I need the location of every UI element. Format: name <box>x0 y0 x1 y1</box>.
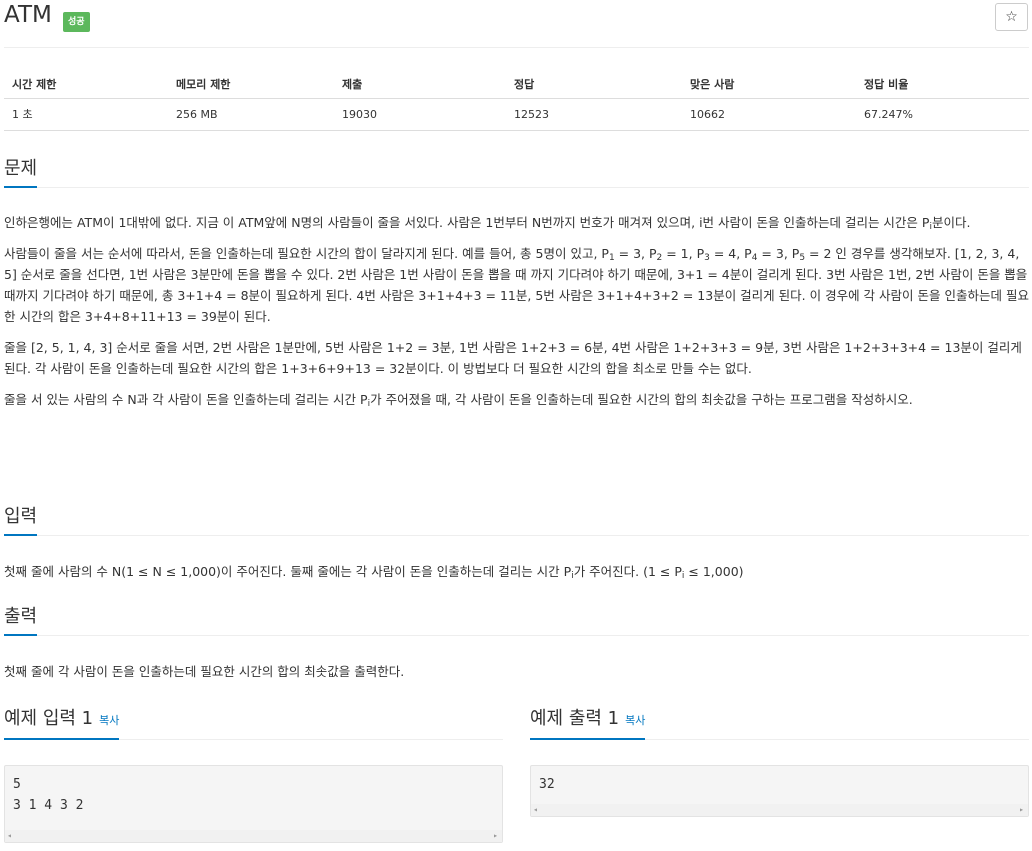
submissions-value: 19030 <box>334 98 506 131</box>
scroll-left-icon[interactable]: ◂ <box>533 806 538 814</box>
output-section: 출력 첫째 줄에 각 사람이 돈을 인출하는데 필요한 시간의 합의 최솟값을 … <box>4 604 1029 682</box>
sample-input-line: 3 1 4 3 2 <box>13 798 84 813</box>
description-paragraph-2: 사람들이 줄을 서는 순서에 따라서, 돈을 인출하는데 필요한 시간의 합이 … <box>4 246 1029 324</box>
header-accepted: 정답 <box>506 70 682 99</box>
problem-page: ATM 성공 ☆ 시간 제한 메모리 제한 제출 정답 맞은 사람 정답 비율 … <box>0 0 1032 851</box>
status-badge: 성공 <box>63 12 90 32</box>
sample-output-panel: 예제 출력 1 복사 32 ◂ ▸ <box>530 708 1029 818</box>
scroll-right-icon[interactable]: ▸ <box>1019 806 1024 814</box>
sample-input-box[interactable]: 5 3 1 4 3 2 ◂ ▸ <box>4 765 503 843</box>
input-description: 첫째 줄에 사람의 수 N(1 ≤ N ≤ 1,000)이 주어진다. 둘째 줄… <box>4 564 744 581</box>
input-section: 입력 첫째 줄에 사람의 수 N(1 ≤ N ≤ 1,000)이 주어진다. 둘… <box>4 504 1029 582</box>
memory-limit-value: 256 MB <box>168 98 334 131</box>
table-row: 1 초 256 MB 19030 12523 10662 67.247% <box>4 98 1029 131</box>
description-paragraph-4: 줄을 서 있는 사람의 수 N과 각 사람이 돈을 인출하는데 걸리는 시간 P… <box>4 392 913 409</box>
sample-output-title: 예제 출력 1 복사 <box>530 706 646 740</box>
title-row: ATM 성공 ☆ <box>4 0 1029 48</box>
input-section-title: 입력 <box>4 504 38 536</box>
output-section-title: 출력 <box>4 604 38 636</box>
problem-section-title: 문제 <box>4 156 38 188</box>
header-time-limit: 시간 제한 <box>4 70 168 99</box>
table-header-row: 시간 제한 메모리 제한 제출 정답 맞은 사람 정답 비율 <box>4 70 1029 99</box>
header-submissions: 제출 <box>334 70 506 99</box>
problem-title: ATM <box>4 2 52 28</box>
star-button[interactable]: ☆ <box>995 3 1028 31</box>
horizontal-scrollbar[interactable]: ◂ ▸ <box>531 804 1028 816</box>
copy-sample-output-button[interactable]: 복사 <box>625 714 645 727</box>
output-description: 첫째 줄에 각 사람이 돈을 인출하는데 필요한 시간의 합의 최솟값을 출력한… <box>4 664 405 679</box>
sample-input-header: 예제 입력 1 복사 <box>4 708 503 740</box>
sample-output-header: 예제 출력 1 복사 <box>530 708 1029 740</box>
sample-output-box[interactable]: 32 ◂ ▸ <box>530 765 1029 817</box>
ratio-value: 67.247% <box>856 98 1029 131</box>
description-paragraph-3: 줄을 [2, 5, 1, 4, 3] 순서로 줄을 서면, 2번 사람은 1분만… <box>4 340 1022 376</box>
problem-section: 문제 인하은행에는 ATM이 1대밖에 없다. 지금 이 ATM앞에 N명의 사… <box>4 156 1029 410</box>
header-solvers: 맞은 사람 <box>682 70 856 99</box>
horizontal-scrollbar[interactable]: ◂ ▸ <box>5 830 502 842</box>
problem-info-table: 시간 제한 메모리 제한 제출 정답 맞은 사람 정답 비율 1 초 256 M… <box>4 70 1029 131</box>
problem-section-header: 문제 <box>4 156 1029 188</box>
header-ratio: 정답 비율 <box>856 70 1029 99</box>
sample-output-line: 32 <box>539 777 555 792</box>
input-section-header: 입력 <box>4 504 1029 536</box>
output-section-header: 출력 <box>4 604 1029 636</box>
star-icon: ☆ <box>1005 9 1018 25</box>
accepted-value: 12523 <box>506 98 682 131</box>
sample-input-panel: 예제 입력 1 복사 5 3 1 4 3 2 ◂ ▸ <box>4 708 503 844</box>
sample-input-title: 예제 입력 1 복사 <box>4 706 120 740</box>
header-memory-limit: 메모리 제한 <box>168 70 334 99</box>
copy-sample-input-button[interactable]: 복사 <box>99 714 119 727</box>
sample-input-line: 5 <box>13 777 21 792</box>
scroll-left-icon[interactable]: ◂ <box>7 832 12 840</box>
scroll-right-icon[interactable]: ▸ <box>493 832 498 840</box>
description-paragraph-1: 인하은행에는 ATM이 1대밖에 없다. 지금 이 ATM앞에 N명의 사람들이… <box>4 215 971 232</box>
time-limit-value: 1 초 <box>4 98 168 131</box>
solvers-value: 10662 <box>682 98 856 131</box>
